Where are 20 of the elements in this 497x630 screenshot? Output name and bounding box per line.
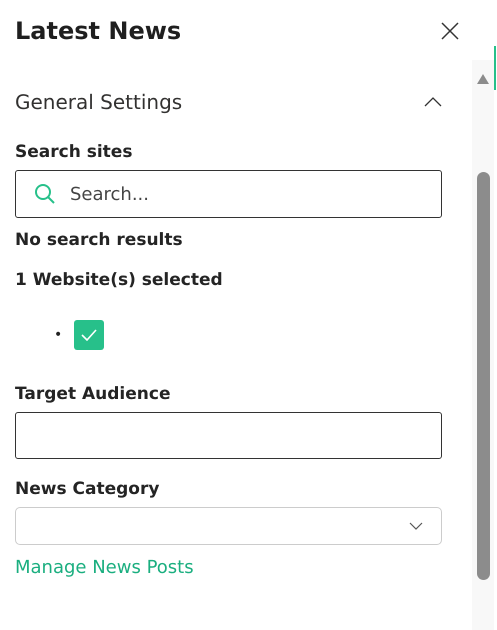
- bullet: •: [54, 327, 62, 343]
- panel-title: Latest News: [15, 17, 182, 45]
- selected-count: 1 Website(s) selected: [15, 270, 224, 290]
- section-title: General Settings: [15, 90, 182, 114]
- website-checkbox[interactable]: [74, 320, 104, 350]
- scroll-up-icon[interactable]: [477, 74, 489, 84]
- target-audience-label: Target Audience: [15, 384, 172, 404]
- news-category-dropdown[interactable]: [15, 507, 442, 545]
- news-category-label: News Category: [15, 479, 160, 499]
- accent-bar: [494, 46, 496, 90]
- search-icon: [34, 183, 56, 205]
- chevron-icon[interactable]: [422, 95, 444, 109]
- target-audience-field[interactable]: [15, 412, 442, 459]
- search-field[interactable]: Search...: [15, 170, 442, 218]
- caret-icon: [409, 522, 423, 530]
- search-label: Search sites: [15, 142, 134, 162]
- search-status: No search results: [15, 230, 184, 250]
- manage-news-link[interactable]: Manage News Posts: [15, 557, 194, 578]
- checkmark-icon: [81, 329, 98, 341]
- scrollbar-thumb[interactable]: [477, 172, 490, 580]
